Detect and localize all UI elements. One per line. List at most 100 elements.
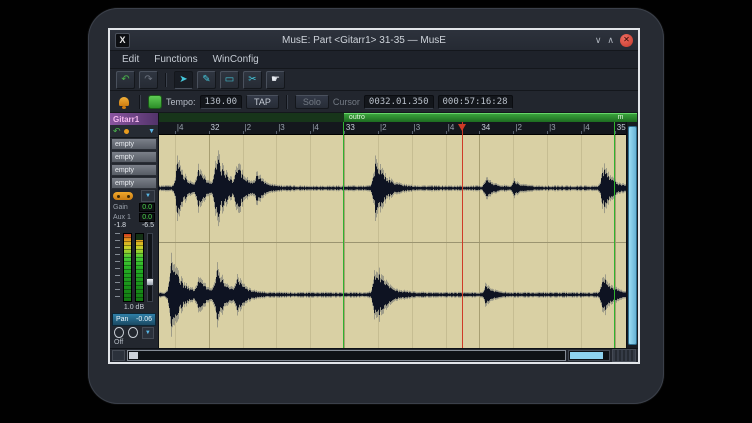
ruler-tickmark <box>243 131 244 134</box>
ruler-tick-label: 34 <box>481 123 490 133</box>
aux-label: Aux 1 <box>113 214 131 221</box>
level-meter-area <box>110 231 158 304</box>
waveform-display <box>159 135 626 348</box>
gain-value[interactable]: 0.0 <box>139 203 155 212</box>
tempo-value-field[interactable]: 130.00 <box>200 95 243 109</box>
prev-part-icon[interactable]: ↶ <box>113 127 121 136</box>
toolbar-separator <box>165 73 167 87</box>
channel-button-row: ▼ <box>110 326 158 339</box>
ruler-tick-label: |4 <box>312 123 319 133</box>
gain-label: Gain <box>113 204 128 211</box>
volume-fader[interactable] <box>147 233 153 302</box>
channel-toggle-row: ▼ <box>110 190 158 202</box>
pan-tool-button[interactable]: ☛ <box>266 71 285 89</box>
menubar: Edit Functions WinConfig <box>110 51 638 69</box>
ruler-tickmark <box>310 131 311 134</box>
track-panel: Gitarr1 ↶ ▼ empty empty empty empty ▼ <box>110 113 159 348</box>
redo-button[interactable]: ↷ <box>139 71 158 89</box>
ruler-tickmark <box>276 131 277 134</box>
zoom-slider-fill <box>570 352 603 359</box>
left-locator-line <box>343 122 344 348</box>
hscroll-left-box[interactable] <box>112 350 125 361</box>
window-controls: ∨ ∧ ✕ <box>595 34 633 47</box>
part-stack-item[interactable]: empty <box>111 151 157 163</box>
wave-area[interactable] <box>159 135 626 348</box>
fader-value: 1.0 dB <box>110 304 158 313</box>
tempo-led-icon[interactable] <box>148 95 162 109</box>
ruler-tick-label: |3 <box>549 123 556 133</box>
menu-edit[interactable]: Edit <box>122 54 139 65</box>
meter-left <box>123 233 132 302</box>
tempo-label: Tempo: <box>166 97 196 107</box>
routing-dropdown-icon[interactable]: ▼ <box>141 190 155 202</box>
record-dot-icon[interactable] <box>124 129 129 134</box>
playhead-marker-icon[interactable] <box>458 124 466 131</box>
tap-button[interactable]: TAP <box>246 95 279 109</box>
part-dropdown-icon[interactable]: ▼ <box>148 128 155 135</box>
peak-value-right: -6.5 <box>142 222 154 231</box>
right-locator-line <box>614 122 615 348</box>
cursor-time-display: 000:57:16:28 <box>438 95 513 109</box>
part-name-header[interactable]: Gitarr1 <box>110 113 158 125</box>
automation-dropdown-icon[interactable]: ▼ <box>142 327 154 339</box>
undo-button[interactable]: ↶ <box>116 71 135 89</box>
peak-readout-row: -1.8 -6.5 <box>110 222 158 231</box>
marker-bar[interactable]: outro m <box>159 113 637 122</box>
eraser-tool-button[interactable]: ▭ <box>220 71 239 89</box>
ruler-tick-label: |2 <box>380 123 387 133</box>
window-title: MusE: Part <Gitarr1> 31-35 — MusE <box>150 35 578 46</box>
ruler-tickmark <box>479 131 480 134</box>
ruler-tick-label: 35 <box>617 123 626 133</box>
timeline-ruler[interactable]: |432|2|3|433|2|3|434|2|3|435 <box>159 122 626 135</box>
menu-winconfig[interactable]: WinConfig <box>213 54 259 65</box>
scissors-tool-button[interactable]: ✂ <box>243 71 262 89</box>
toolbar-separator <box>286 95 288 109</box>
pan-slider[interactable]: Pan -0.06 <box>112 313 156 326</box>
part-stack-item[interactable]: empty <box>111 164 157 176</box>
aux-row: Aux 1 0.0 <box>110 212 158 222</box>
stereo-toggle[interactable] <box>113 192 133 200</box>
pointer-tool-button[interactable]: ➤ <box>174 71 193 89</box>
wave-editor-column: outro m |432|2|3|433|2|3|434|2|3|435 <box>159 113 626 348</box>
close-button[interactable]: ✕ <box>620 34 633 47</box>
meter-right <box>135 233 144 302</box>
ruler-tick-label: |3 <box>278 123 285 133</box>
ruler-tick-label: |4 <box>583 123 590 133</box>
part-stack-item[interactable]: empty <box>111 138 157 150</box>
resize-grip[interactable] <box>612 349 636 362</box>
meter-scale <box>115 233 120 302</box>
solo-button[interactable]: Solo <box>295 95 329 109</box>
ruler-tickmark <box>175 131 176 134</box>
vertical-scrollbar[interactable] <box>626 113 638 348</box>
ruler-tick-label: 33 <box>346 123 355 133</box>
ruler-tick-label: |4 <box>448 123 455 133</box>
vertical-scrollbar-thumb[interactable] <box>628 126 637 345</box>
titlebar[interactable]: X MusE: Part <Gitarr1> 31-35 — MusE ∨ ∧ … <box>110 30 638 51</box>
horizontal-scrollbar-thumb[interactable] <box>129 352 138 359</box>
ruler-tickmark <box>581 131 582 134</box>
marker-outro[interactable] <box>344 113 637 122</box>
cursor-label: Cursor <box>333 97 360 107</box>
maximize-button[interactable]: ∧ <box>607 34 614 46</box>
horizontal-scrollbar[interactable] <box>127 350 566 361</box>
ruler-tickmark <box>378 131 379 134</box>
audition-bell-icon[interactable] <box>119 97 129 106</box>
bottom-scroll-area <box>110 348 638 362</box>
marker-m-label: m <box>618 113 624 122</box>
aux-value[interactable]: 0.0 <box>139 213 155 222</box>
zoom-slider[interactable] <box>568 350 610 361</box>
monitor-button[interactable] <box>128 327 138 338</box>
pencil-tool-button[interactable]: ✎ <box>197 71 216 89</box>
ruler-tickmark <box>446 131 447 134</box>
ruler-tickmark <box>209 131 210 134</box>
device-frame: X MusE: Part <Gitarr1> 31-35 — MusE ∨ ∧ … <box>88 8 664 404</box>
playhead-line[interactable] <box>462 122 463 348</box>
desktop-background: X MusE: Part <Gitarr1> 31-35 — MusE ∨ ∧ … <box>0 0 752 423</box>
pan-value: -0.06 <box>136 316 152 323</box>
shade-button[interactable]: ∨ <box>595 34 602 46</box>
power-button[interactable] <box>114 327 124 338</box>
ruler-tick-label: |2 <box>515 123 522 133</box>
part-stack-item[interactable]: empty <box>111 177 157 189</box>
menu-functions[interactable]: Functions <box>154 54 197 65</box>
ruler-tickmark <box>513 131 514 134</box>
